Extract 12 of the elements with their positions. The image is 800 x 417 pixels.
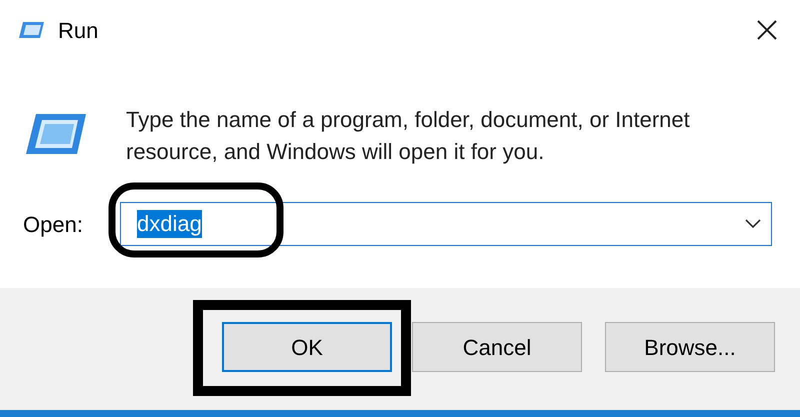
open-label: Open: xyxy=(23,210,84,239)
window-title: Run xyxy=(58,16,98,44)
run-icon xyxy=(18,20,46,40)
close-icon xyxy=(756,19,778,41)
open-field-value: dxdiag xyxy=(137,210,202,238)
open-combobox[interactable]: dxdiag xyxy=(120,202,772,246)
dialog-button[interactable]: OK xyxy=(222,322,392,372)
chevron-down-icon xyxy=(745,219,761,229)
dialog-button[interactable]: Cancel xyxy=(412,322,582,372)
run-icon xyxy=(24,112,88,156)
dialog-button[interactable]: Browse... xyxy=(605,322,775,372)
description-text: Type the name of a program, folder, document, or Internet resource, and Windows will open it for you. xyxy=(126,106,691,166)
